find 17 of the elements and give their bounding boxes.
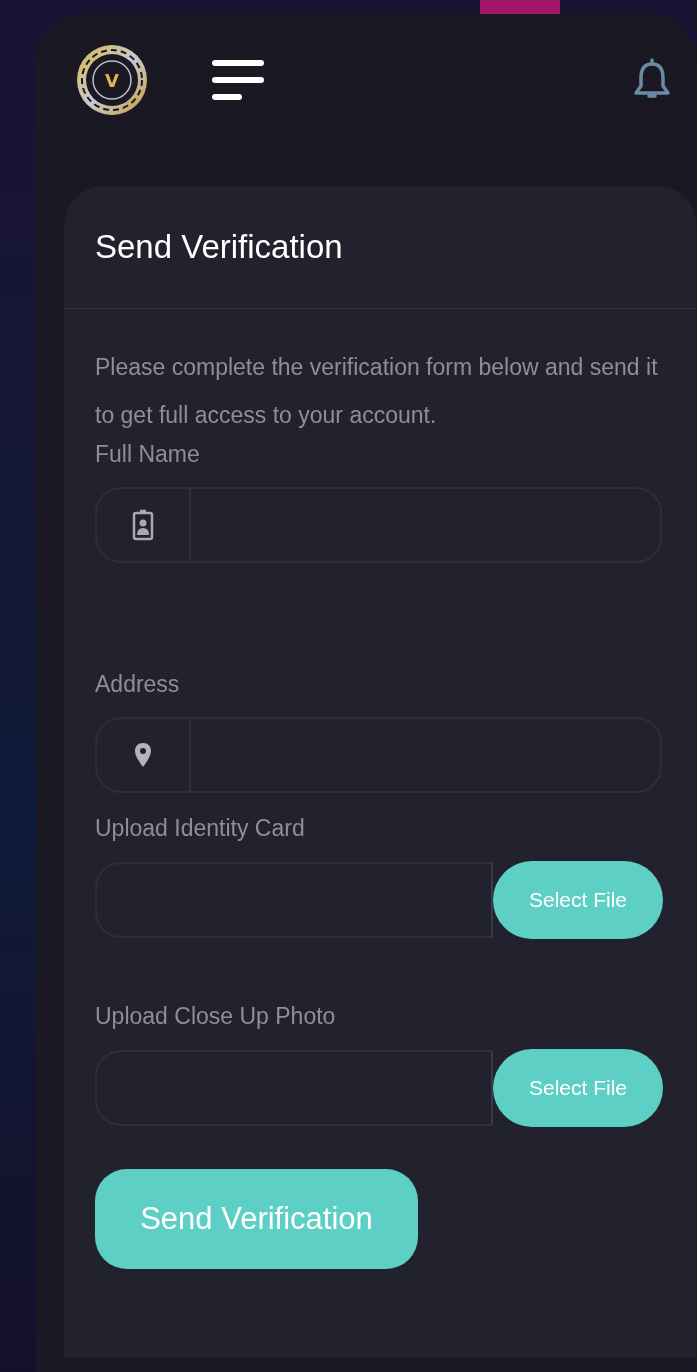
select-file-button[interactable]: Select File: [493, 861, 663, 939]
file-field[interactable]: [95, 862, 493, 938]
field-label: Address: [95, 670, 181, 699]
logo: V: [74, 42, 150, 118]
field-label: Full Name: [95, 440, 201, 469]
id-badge-icon: [132, 509, 154, 541]
select-file-button[interactable]: Select File: [493, 1049, 663, 1127]
field-label: Upload Close Up Photo: [95, 1002, 337, 1031]
file-field[interactable]: [95, 1050, 493, 1126]
field-label: Upload Identity Card: [95, 814, 306, 843]
location-pin-icon: [134, 742, 152, 768]
card-title: Send Verification: [94, 227, 344, 267]
send-verification-button[interactable]: Send Verification: [95, 1169, 418, 1269]
input-field[interactable]: [95, 717, 662, 793]
description-text: Please complete the verification form below and send it to get full access to your account.: [95, 353, 659, 430]
menu-icon[interactable]: [212, 59, 264, 101]
input-field[interactable]: [95, 487, 662, 563]
